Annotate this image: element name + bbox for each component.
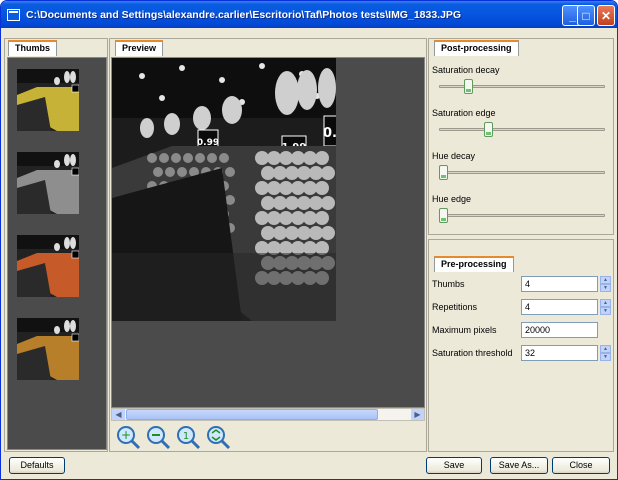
field-input[interactable]: 4 — [521, 299, 598, 315]
price-tag-label: 0.99 — [323, 126, 336, 141]
maximize-icon: □ — [582, 8, 590, 23]
thumbnail-3[interactable] — [17, 235, 79, 297]
field-input[interactable]: 4 — [521, 276, 598, 292]
spinner-buttons[interactable]: ▲ ▼ — [600, 276, 611, 292]
spin-up-icon[interactable]: ▲ — [600, 276, 611, 284]
svg-text:1: 1 — [183, 431, 189, 442]
thumbnail-2[interactable] — [17, 152, 79, 214]
field-label: Saturation threshold — [432, 348, 513, 358]
zoom-reset-icon[interactable]: 1 — [175, 424, 201, 450]
tab-post-processing[interactable]: Post-processing — [434, 40, 519, 56]
scroll-left-arrow-icon[interactable]: ◀ — [112, 409, 125, 420]
svg-text:+: + — [121, 428, 131, 442]
spinner-buttons[interactable]: ▲ ▼ — [600, 345, 611, 361]
title-bar[interactable]: C:\Documents and Settings\alexandre.carl… — [1, 1, 617, 28]
thumbnail-1[interactable] — [17, 69, 79, 131]
spin-down-icon[interactable]: ▼ — [600, 353, 611, 361]
preview-image: 0.991.990.99 — [112, 58, 336, 321]
slider-track[interactable] — [439, 128, 605, 131]
close-icon: ✕ — [600, 8, 612, 23]
spinner-buttons[interactable]: ▲ ▼ — [600, 299, 611, 315]
app-window-icon — [7, 8, 20, 21]
save-as-button[interactable]: Save As... — [490, 457, 548, 474]
preview-area[interactable]: 0.991.990.99 — [111, 57, 425, 408]
spin-down-icon[interactable]: ▼ — [600, 307, 611, 315]
slider-thumb[interactable] — [439, 208, 448, 223]
slider-label: Saturation decay — [432, 65, 500, 75]
maximize-button[interactable]: □ — [577, 5, 595, 26]
zoom-in-icon[interactable]: + — [115, 424, 141, 450]
tab-pre-processing[interactable]: Pre-processing — [434, 256, 514, 272]
defaults-button[interactable]: Defaults — [9, 457, 65, 474]
field-label: Thumbs — [432, 279, 465, 289]
spin-down-icon[interactable]: ▼ — [600, 284, 611, 292]
spin-up-icon[interactable]: ▲ — [600, 345, 611, 353]
zoom-toolbar: + 1 — [111, 422, 425, 450]
thumbs-list[interactable] — [7, 57, 107, 450]
slider-label: Saturation edge — [432, 108, 496, 118]
field-input[interactable]: 32 — [521, 345, 598, 361]
save-button[interactable]: Save — [426, 457, 482, 474]
minimize-icon: _ — [569, 8, 576, 23]
slider-label: Hue edge — [432, 194, 472, 204]
slider-label: Hue decay — [432, 151, 476, 161]
field-label: Maximum pixels — [432, 325, 497, 335]
window-title: C:\Documents and Settings\alexandre.carl… — [26, 8, 462, 21]
tab-thumbs[interactable]: Thumbs — [8, 40, 57, 56]
scrollbar-thumb[interactable] — [126, 409, 378, 420]
scroll-right-arrow-icon[interactable]: ▶ — [411, 409, 424, 420]
tab-preview[interactable]: Preview — [115, 40, 164, 56]
thumbnail-4[interactable] — [17, 318, 79, 380]
zoom-fit-icon[interactable] — [205, 424, 231, 450]
slider-track[interactable] — [439, 214, 605, 217]
slider-thumb[interactable] — [439, 165, 448, 180]
preview-horizontal-scrollbar[interactable]: ◀ ▶ — [111, 408, 425, 421]
slider-thumb[interactable] — [483, 122, 493, 137]
main-window: C:\Documents and Settings\alexandre.carl… — [0, 0, 618, 480]
close-window-button[interactable]: ✕ — [597, 5, 615, 26]
slider-track[interactable] — [439, 171, 605, 174]
close-button[interactable]: Close — [552, 457, 610, 474]
zoom-out-icon[interactable] — [145, 424, 171, 450]
spin-up-icon[interactable]: ▲ — [600, 299, 611, 307]
field-input[interactable]: 20000 — [521, 322, 598, 338]
field-label: Repetitions — [432, 302, 478, 312]
slider-thumb[interactable] — [463, 79, 473, 94]
